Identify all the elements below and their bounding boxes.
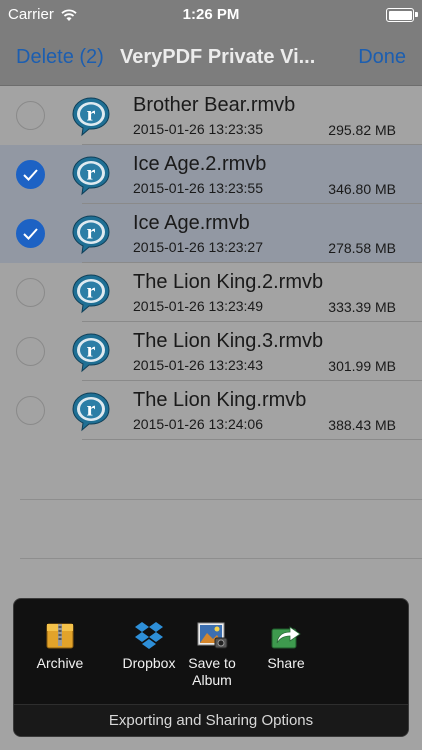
file-size: 278.58 MB bbox=[328, 240, 396, 256]
file-date: 2015-01-26 13:23:43 bbox=[133, 357, 263, 373]
file-name: Ice Age.2.rmvb bbox=[133, 153, 267, 175]
empty-row-divider bbox=[20, 499, 422, 500]
realplayer-file-icon bbox=[72, 156, 110, 195]
file-date: 2015-01-26 13:24:06 bbox=[133, 416, 263, 432]
file-size: 388.43 MB bbox=[328, 417, 396, 433]
status-time: 1:26 PM bbox=[182, 6, 240, 23]
delete-button[interactable]: Delete (2) bbox=[16, 46, 104, 69]
file-size: 333.39 MB bbox=[328, 299, 396, 315]
selection-checkbox[interactable] bbox=[16, 219, 45, 248]
navigation-bar: Delete (2) VeryPDF Private Vi... Done bbox=[0, 30, 422, 86]
selection-checkbox[interactable] bbox=[16, 101, 45, 130]
realplayer-file-icon bbox=[72, 333, 110, 372]
realplayer-file-icon bbox=[72, 392, 110, 431]
selection-checkbox[interactable] bbox=[16, 396, 45, 425]
dropbox-label: Dropbox bbox=[122, 655, 176, 671]
file-size: 301.99 MB bbox=[328, 358, 396, 374]
share-label: Share bbox=[267, 655, 305, 671]
file-row[interactable]: The Lion King.3.rmvb 2015-01-26 13:23:43… bbox=[0, 322, 422, 381]
file-date: 2015-01-26 13:23:55 bbox=[133, 180, 263, 196]
archive-icon bbox=[46, 623, 74, 649]
file-name: The Lion King.2.rmvb bbox=[133, 271, 324, 293]
file-row[interactable]: The Lion King.2.rmvb 2015-01-26 13:23:49… bbox=[0, 263, 422, 322]
file-size: 295.82 MB bbox=[328, 122, 396, 138]
file-date: 2015-01-26 13:23:49 bbox=[133, 298, 263, 314]
empty-row-divider bbox=[20, 558, 422, 559]
selection-checkbox[interactable] bbox=[16, 337, 45, 366]
photo-album-icon bbox=[197, 622, 228, 649]
export-share-sheet: Archive Dropbox Save to Album Share Expo… bbox=[13, 598, 409, 737]
sheet-title: Exporting and Sharing Options bbox=[14, 704, 408, 736]
file-name: Ice Age.rmvb bbox=[133, 212, 250, 234]
dropbox-icon bbox=[135, 622, 163, 649]
file-date: 2015-01-26 13:23:35 bbox=[133, 121, 263, 137]
file-name: The Lion King.3.rmvb bbox=[133, 330, 324, 352]
file-name: Brother Bear.rmvb bbox=[133, 94, 296, 116]
file-size: 346.80 MB bbox=[328, 181, 396, 197]
page-title: VeryPDF Private Vi... bbox=[120, 46, 316, 68]
realplayer-file-icon bbox=[72, 97, 110, 136]
file-list: Brother Bear.rmvb 2015-01-26 13:23:35 29… bbox=[0, 86, 422, 440]
status-bar: Carrier 1:26 PM bbox=[0, 0, 422, 30]
file-row[interactable]: Ice Age.2.rmvb 2015-01-26 13:23:55 346.8… bbox=[0, 145, 422, 204]
share-icon bbox=[271, 626, 301, 649]
archive-action[interactable]: Archive bbox=[17, 619, 103, 672]
file-name: The Lion King.rmvb bbox=[133, 389, 307, 411]
archive-label: Archive bbox=[36, 655, 84, 671]
file-row[interactable]: Brother Bear.rmvb 2015-01-26 13:23:35 29… bbox=[0, 86, 422, 145]
done-button[interactable]: Done bbox=[358, 46, 406, 69]
realplayer-file-icon bbox=[72, 215, 110, 254]
save-to-album-label: Save to Album bbox=[188, 655, 236, 688]
file-row[interactable]: The Lion King.rmvb 2015-01-26 13:24:06 3… bbox=[0, 381, 422, 440]
row-divider bbox=[82, 439, 422, 440]
file-date: 2015-01-26 13:23:27 bbox=[133, 239, 263, 255]
file-row[interactable]: Ice Age.rmvb 2015-01-26 13:23:27 278.58 … bbox=[0, 204, 422, 263]
battery-icon bbox=[386, 8, 418, 22]
selection-checkbox[interactable] bbox=[16, 160, 45, 189]
share-action[interactable]: Share bbox=[243, 619, 329, 672]
realplayer-file-icon bbox=[72, 274, 110, 313]
selection-checkbox[interactable] bbox=[16, 278, 45, 307]
